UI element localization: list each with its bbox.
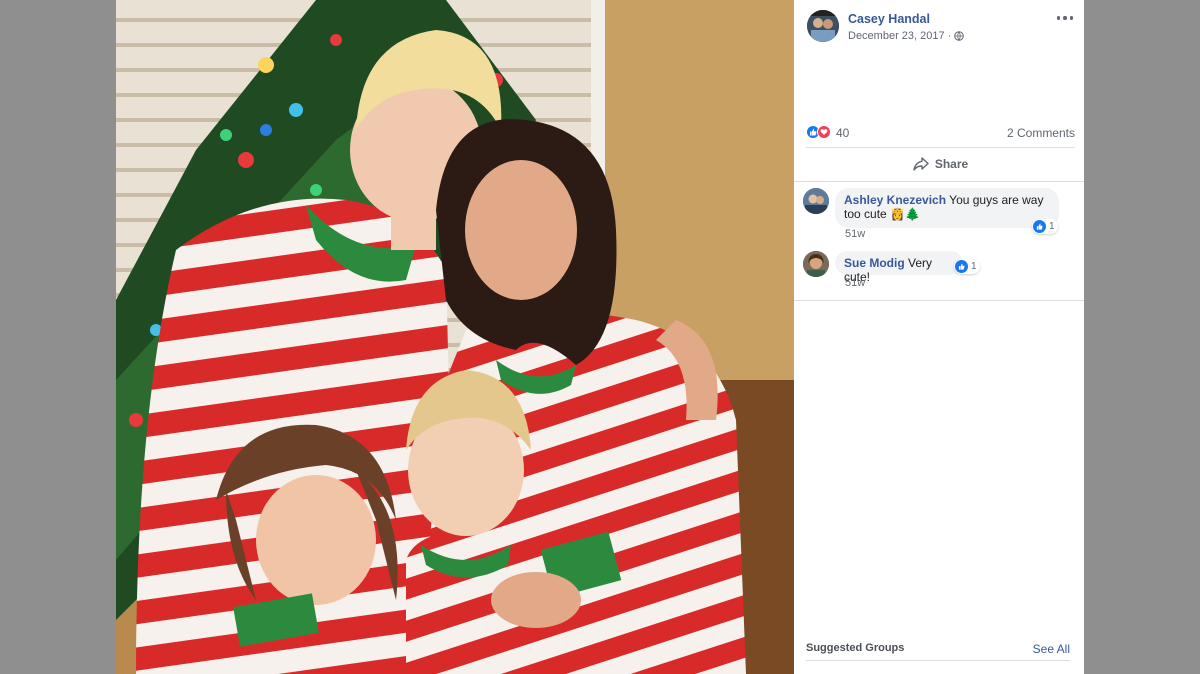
- reactions-summary: 40 2 Comments: [806, 124, 1075, 142]
- suggested-groups-title: Suggested Groups: [806, 642, 905, 654]
- share-button[interactable]: Share: [806, 150, 1075, 178]
- comment-like-badge[interactable]: 1: [954, 259, 980, 274]
- comment-author[interactable]: Ashley Knezevich: [844, 193, 946, 207]
- post-meta: December 23, 2017 ·: [848, 30, 965, 42]
- suggested-groups-header: Suggested Groups See All: [806, 642, 1070, 658]
- post-photo[interactable]: [116, 0, 794, 674]
- divider: [806, 147, 1075, 148]
- see-all-link[interactable]: See All: [1033, 642, 1070, 656]
- post-side-panel: Casey Handal December 23, 2017 · 40 2 Co…: [794, 0, 1084, 674]
- commenter-avatar[interactable]: [803, 251, 829, 277]
- comment-author[interactable]: Sue Modig: [844, 256, 905, 270]
- comment-bubble: Sue Modig Very cute!: [835, 251, 963, 284]
- reaction-count[interactable]: 40: [836, 126, 849, 140]
- share-arrow-icon: [913, 157, 929, 171]
- meta-separator: ·: [947, 30, 952, 42]
- comment-bubble: Ashley Knezevich You guys are way too cu…: [835, 188, 1059, 228]
- more-options-icon[interactable]: [1053, 10, 1077, 26]
- comment-like-badge[interactable]: 1: [1032, 219, 1058, 234]
- divider: [794, 300, 1084, 301]
- like-reaction-icon: [1033, 220, 1046, 233]
- comments-count-link[interactable]: 2 Comments: [1007, 126, 1075, 140]
- post-date[interactable]: December 23, 2017: [848, 30, 945, 42]
- share-label: Share: [934, 157, 969, 171]
- reaction-icons[interactable]: [806, 125, 831, 139]
- post-author-name[interactable]: Casey Handal: [848, 12, 930, 26]
- author-avatar[interactable]: [807, 10, 839, 42]
- comment-timestamp[interactable]: 51w: [845, 228, 865, 240]
- comment-item: Sue Modig Very cute! 1 51w: [803, 251, 1073, 293]
- globe-icon[interactable]: [954, 31, 965, 41]
- family-photo-image: [116, 0, 794, 674]
- post-header: Casey Handal December 23, 2017 ·: [807, 10, 1077, 44]
- love-reaction-icon: [817, 125, 831, 139]
- like-reaction-icon: [955, 260, 968, 273]
- comment-item: Ashley Knezevich You guys are way too cu…: [803, 188, 1073, 244]
- divider: [794, 181, 1084, 182]
- comment-like-count: 1: [971, 261, 977, 272]
- comment-like-count: 1: [1049, 221, 1055, 232]
- divider: [806, 660, 1070, 661]
- commenter-avatar[interactable]: [803, 188, 829, 214]
- comment-timestamp[interactable]: 51w: [845, 277, 865, 289]
